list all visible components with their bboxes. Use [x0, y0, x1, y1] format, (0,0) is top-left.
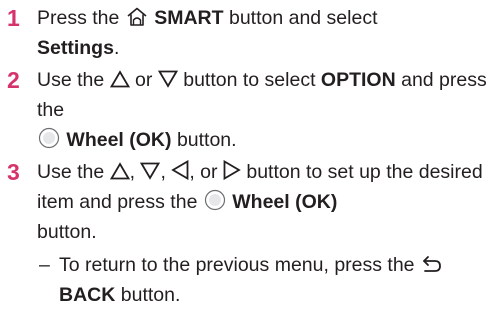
step-number: 1: [7, 5, 20, 31]
dash-bullet: –: [39, 254, 50, 276]
wheel-button-icon: [204, 189, 225, 211]
step-text: button.: [176, 129, 237, 151]
step-text: ,: [160, 161, 166, 183]
settings-label: Settings: [37, 37, 114, 59]
step-text: Use the: [37, 161, 105, 183]
back-arrow-icon: [423, 256, 441, 272]
back-button-label: BACK: [59, 284, 116, 306]
left-triangle-icon: [171, 160, 189, 180]
right-triangle-icon: [223, 160, 241, 180]
up-triangle-icon: [109, 70, 130, 88]
wheel-ok-label: Wheel (OK): [66, 129, 172, 151]
step-text: Use the: [37, 69, 105, 91]
wheel-button-icon: [38, 127, 60, 149]
step-number: 2: [7, 67, 20, 93]
step-text: ,: [129, 161, 136, 183]
home-icon: [127, 7, 147, 26]
step-number: 3: [7, 159, 20, 185]
step-text: button and select: [228, 7, 378, 29]
option-label: OPTION: [320, 69, 396, 91]
step-2: 2 Use the or button to select OPTION and…: [0, 65, 489, 155]
sub-text: To return to the previous menu, press th…: [59, 254, 415, 276]
step-text: button to select: [183, 69, 316, 91]
down-triangle-icon: [140, 162, 161, 180]
instruction-steps: 1 Press the SMART button and select Sett…: [0, 0, 489, 310]
step-text: .: [113, 37, 120, 59]
down-triangle-icon: [157, 70, 178, 88]
step-text: Press the: [37, 7, 120, 29]
up-triangle-icon: [109, 162, 130, 180]
wheel-ok-label: Wheel (OK): [232, 191, 338, 213]
step-text: or: [135, 69, 153, 91]
step-text: button.: [37, 221, 97, 243]
step-1: 1 Press the SMART button and select Sett…: [0, 0, 489, 63]
sub-instruction: – To return to the previous menu, press …: [37, 250, 489, 310]
step-text: , or: [189, 161, 218, 183]
smart-button-label: SMART: [154, 7, 224, 29]
sub-text: button.: [120, 284, 181, 306]
step-3: 3 Use the , , , or button to set up the …: [0, 157, 489, 310]
